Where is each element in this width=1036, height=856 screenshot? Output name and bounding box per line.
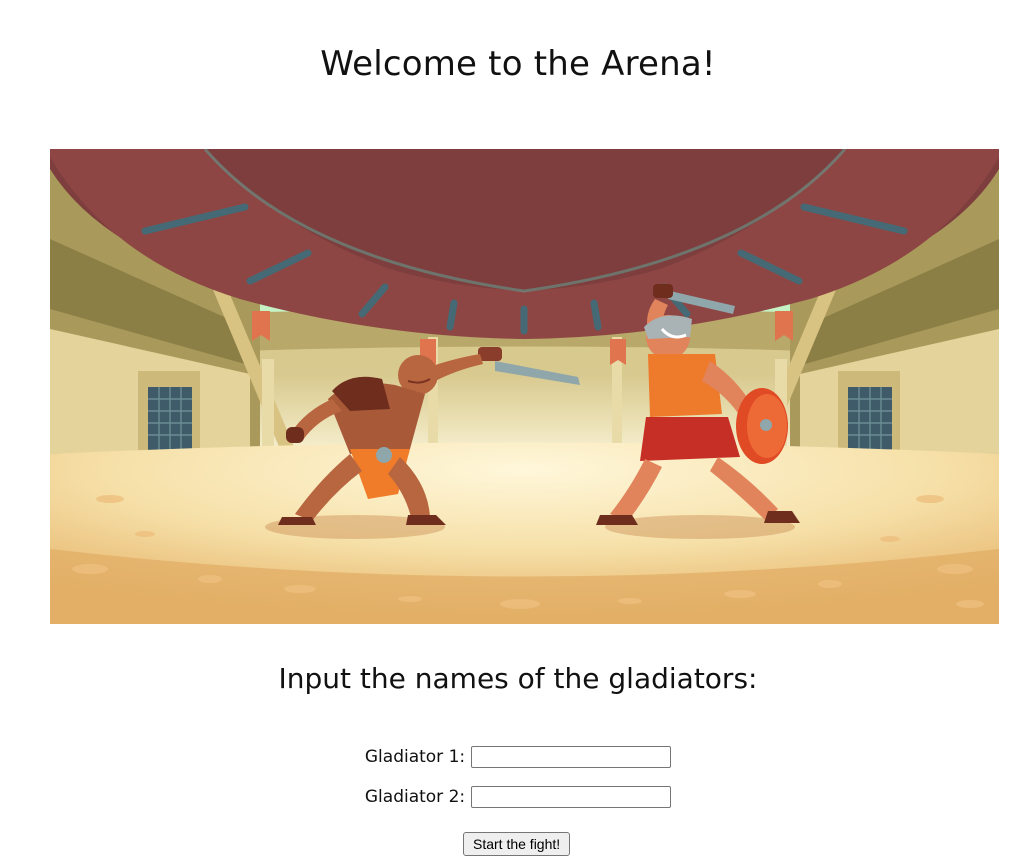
gladiator2-row: Gladiator 2: <box>0 786 1036 814</box>
page-title: Welcome to the Arena! <box>320 44 716 84</box>
gladiator2-label: Gladiator 2: <box>364 787 466 807</box>
gladiator2-input[interactable] <box>471 786 672 808</box>
gladiator1-row: Gladiator 1: <box>0 746 1036 774</box>
gladiator1-label: Gladiator 1: <box>364 747 466 767</box>
arena-illustration <box>50 149 999 624</box>
form-heading: Input the names of the gladiators: <box>278 662 758 695</box>
start-fight-button[interactable]: Start the fight! <box>463 832 571 856</box>
gladiator1-input[interactable] <box>471 746 672 768</box>
